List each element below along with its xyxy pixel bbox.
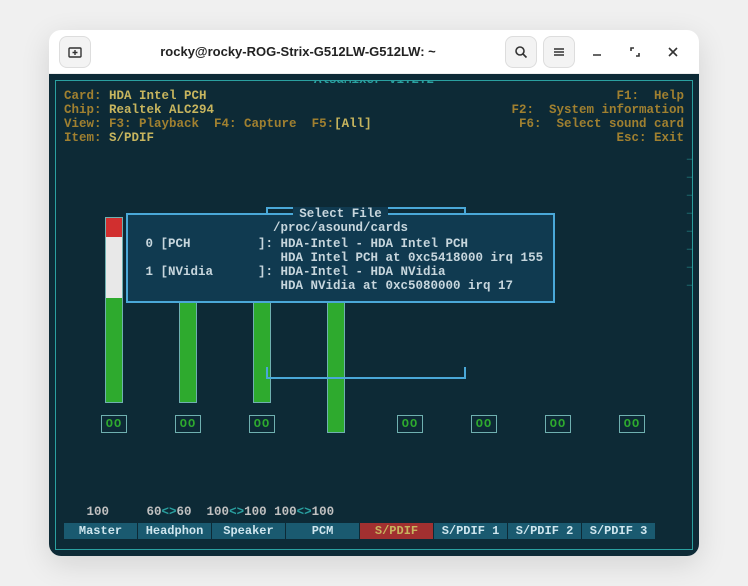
mute-indicator[interactable]: OO xyxy=(175,415,201,433)
terminal-window: rocky@rocky-ROG-Strix-G512LW-G512LW: ~ A… xyxy=(49,30,699,556)
header-card: Card: HDA Intel PCH F1: Help xyxy=(64,89,684,103)
minimize-button[interactable] xyxy=(581,36,613,68)
dialog-title: Select File xyxy=(138,207,543,221)
mute-indicator[interactable]: OO xyxy=(397,415,423,433)
volume-row: 100 60<>60 100<>100 100<>100 xyxy=(64,505,334,519)
mute-indicator[interactable]: OO xyxy=(249,415,275,433)
terminal-body[interactable]: AlsaMixer v1.2.2 Card: HDA Intel PCH F1:… xyxy=(49,74,699,556)
channel-label-pcm[interactable]: PCM xyxy=(286,523,360,539)
menu-button[interactable] xyxy=(543,36,575,68)
channel-label-master[interactable]: Master xyxy=(64,523,138,539)
header-chip: Chip: Realtek ALC294 F2: System informat… xyxy=(64,103,684,117)
help-f1: F1: Help xyxy=(616,89,684,103)
channel-label-s-pdif-1[interactable]: S/PDIF 1 xyxy=(434,523,508,539)
channel-label-speaker[interactable]: Speaker xyxy=(212,523,286,539)
close-icon xyxy=(667,46,679,58)
channel-names-row: MasterHeadphonSpeakerPCMS/PDIFS/PDIF 1S/… xyxy=(64,523,656,539)
new-tab-button[interactable] xyxy=(59,36,91,68)
dialog-line[interactable]: HDA NVidia at 0xc5080000 irq 17 xyxy=(138,279,543,293)
select-file-dialog[interactable]: Select File /proc/asound/cards 0 [PCH ]:… xyxy=(126,213,555,303)
header-item: Item: S/PDIF Esc: Exit xyxy=(64,131,684,145)
app-title: AlsaMixer v1.2.2 xyxy=(64,80,684,87)
maximize-icon xyxy=(629,46,641,58)
dialog-frame-bottom xyxy=(266,367,466,379)
help-esc: Esc: Exit xyxy=(616,131,684,145)
minimize-icon xyxy=(591,46,603,58)
channel-label-s-pdif-3[interactable]: S/PDIF 3 xyxy=(582,523,656,539)
close-button[interactable] xyxy=(657,36,689,68)
volume-bar[interactable] xyxy=(105,217,123,403)
channel-label-headphon[interactable]: Headphon xyxy=(138,523,212,539)
alsamixer-frame: AlsaMixer v1.2.2 Card: HDA Intel PCH F1:… xyxy=(55,80,693,550)
window-title: rocky@rocky-ROG-Strix-G512LW-G512LW: ~ xyxy=(99,44,497,59)
scroll-arrows: →→→→→→→→ xyxy=(687,149,693,293)
mute-indicator[interactable]: OO xyxy=(545,415,571,433)
search-button[interactable] xyxy=(505,36,537,68)
channel-label-s-pdif-2[interactable]: S/PDIF 2 xyxy=(508,523,582,539)
mute-indicator[interactable]: OO xyxy=(471,415,497,433)
mute-indicator[interactable]: OO xyxy=(619,415,645,433)
hamburger-icon xyxy=(552,45,566,59)
maximize-button[interactable] xyxy=(619,36,651,68)
search-icon xyxy=(514,45,528,59)
channel-label-s-pdif[interactable]: S/PDIF xyxy=(360,523,434,539)
dialog-subtitle: /proc/asound/cards xyxy=(138,221,543,235)
help-f2: F2: System information xyxy=(511,103,684,117)
dialog-line[interactable]: 0 [PCH ]: HDA-Intel - HDA Intel PCH xyxy=(138,237,543,251)
header-view: View: F3: Playback F4: Capture F5:[All] … xyxy=(64,117,684,131)
dialog-line[interactable]: 1 [NVidia ]: HDA-Intel - HDA NVidia xyxy=(138,265,543,279)
titlebar: rocky@rocky-ROG-Strix-G512LW-G512LW: ~ xyxy=(49,30,699,74)
dialog-line[interactable]: HDA Intel PCH at 0xc5418000 irq 155 xyxy=(138,251,543,265)
help-f6: F6: Select sound card xyxy=(519,117,684,131)
channel-s-pdif-3[interactable]: OO xyxy=(602,217,662,433)
mute-indicator[interactable]: OO xyxy=(101,415,127,433)
